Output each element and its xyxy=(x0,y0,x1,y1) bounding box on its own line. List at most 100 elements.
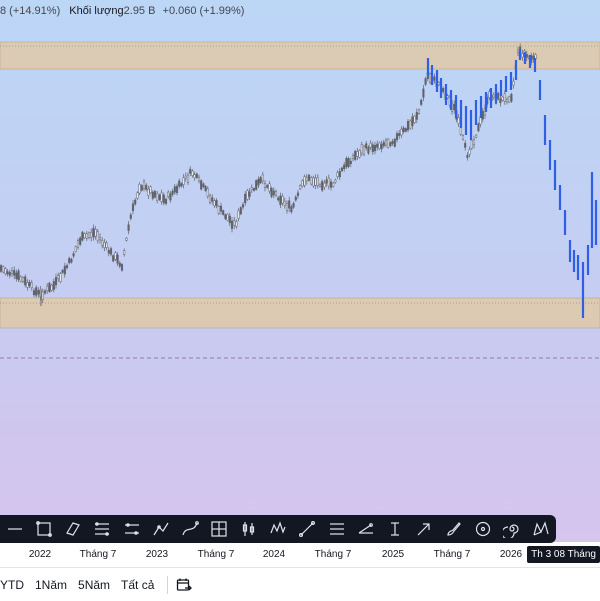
volume-change: +0.060 (+1.99%) xyxy=(162,5,245,17)
time-axis[interactable]: 2022 Tháng 7 2023 Tháng 7 2024 Tháng 7 2… xyxy=(0,543,600,567)
range-ytd-button[interactable]: YTD xyxy=(0,578,24,592)
candle-body xyxy=(37,290,40,295)
candle-body xyxy=(316,177,319,186)
candle-body xyxy=(424,78,427,85)
rectangle-tool[interactable] xyxy=(29,515,58,543)
candle-body xyxy=(360,144,363,154)
candle-body xyxy=(105,242,108,248)
path-tool[interactable] xyxy=(176,515,205,543)
circle-icon xyxy=(475,521,490,537)
candle-body xyxy=(367,146,370,154)
trend-angle-tool[interactable] xyxy=(351,515,380,543)
candle-body xyxy=(213,200,216,206)
long-position-tool[interactable] xyxy=(234,515,263,543)
candle-body xyxy=(252,188,256,191)
candle-body xyxy=(222,210,225,215)
candle-body xyxy=(329,181,333,188)
candle-body xyxy=(525,54,528,58)
arrow-tool[interactable] xyxy=(410,515,439,543)
candle-body xyxy=(244,193,247,204)
candle-body xyxy=(219,205,223,212)
candle-body xyxy=(208,195,212,203)
price-chart[interactable]: 8 (+14.91%) Khối lượng2.95 B +0.060 (+1.… xyxy=(0,0,600,542)
candle-body xyxy=(288,200,291,209)
candle-body xyxy=(30,282,33,289)
candle-body xyxy=(83,233,86,238)
time-tick: Tháng 7 xyxy=(79,549,117,560)
candle-body xyxy=(41,291,44,300)
candle-body xyxy=(114,252,117,260)
candle-body xyxy=(501,96,504,101)
rectangle-icon xyxy=(35,521,52,537)
candle-body xyxy=(422,88,425,98)
candle-body xyxy=(87,232,91,239)
candle-body xyxy=(301,180,304,187)
path-icon xyxy=(182,521,200,536)
candle-body xyxy=(175,185,179,194)
horizontal-lines-tool[interactable] xyxy=(322,515,351,543)
candle-body xyxy=(178,180,181,187)
candle-body xyxy=(215,200,218,207)
candle-body xyxy=(389,142,392,147)
range-5-year-button[interactable]: 5Năm xyxy=(78,578,110,592)
candle-body xyxy=(98,237,102,241)
fib-extension-icon xyxy=(124,523,139,535)
range-1-year-button[interactable]: 1Năm xyxy=(35,578,67,592)
candle-body xyxy=(8,272,11,276)
brush-tool[interactable] xyxy=(439,515,468,543)
candle-body xyxy=(173,186,176,193)
polyline-tool[interactable] xyxy=(146,515,175,543)
brush-icon xyxy=(447,522,461,536)
fib-retracement-tool[interactable] xyxy=(88,515,117,543)
candle-body xyxy=(510,93,513,102)
candle-body xyxy=(239,207,242,215)
candle-body xyxy=(318,184,322,187)
candle-body xyxy=(259,177,262,183)
chart-canvas[interactable] xyxy=(0,0,600,542)
candle-body xyxy=(261,174,264,182)
candle-body xyxy=(400,128,403,136)
candle-body xyxy=(327,177,330,187)
candle-body xyxy=(437,82,440,86)
candle-body xyxy=(13,270,16,276)
candle-body xyxy=(72,253,75,257)
candle-body xyxy=(393,138,396,147)
candle-body xyxy=(294,196,297,201)
candle-body xyxy=(149,186,152,194)
range-all-button[interactable]: Tất cả xyxy=(121,578,154,592)
candle-body xyxy=(129,214,132,219)
ohlc-change-value: 8 (+14.91%) xyxy=(0,5,61,17)
gann-box-tool[interactable] xyxy=(205,515,234,543)
candle-body xyxy=(0,265,3,272)
time-tick: 2022 xyxy=(28,549,52,560)
candle-body xyxy=(503,93,506,102)
elliott-wave-tool[interactable] xyxy=(263,515,292,543)
candle-body xyxy=(255,180,258,190)
circle-tool[interactable] xyxy=(468,515,497,543)
xabcd-tool[interactable] xyxy=(527,515,556,543)
candle-body xyxy=(103,242,106,248)
candle-body xyxy=(217,206,220,214)
candle-body xyxy=(21,277,25,283)
candle-body xyxy=(303,176,306,186)
candle-body xyxy=(268,183,271,192)
candle-body xyxy=(94,229,97,237)
candle-body xyxy=(345,158,348,168)
candle-body xyxy=(338,171,341,178)
time-tick: 2024 xyxy=(262,549,286,560)
parallel-channel-tool[interactable] xyxy=(59,515,88,543)
fib-extension-tool[interactable] xyxy=(117,515,146,543)
spiral-tool[interactable] xyxy=(498,515,527,543)
polyline-icon xyxy=(153,522,169,536)
calendar-range-icon[interactable] xyxy=(174,575,194,595)
text-tool[interactable] xyxy=(380,515,409,543)
line-tool[interactable] xyxy=(0,515,29,543)
candle-body xyxy=(15,272,18,279)
candle-body xyxy=(323,182,326,188)
candle-body xyxy=(272,190,275,196)
trend-line-tool[interactable] xyxy=(293,515,322,543)
candle-body xyxy=(151,191,154,199)
candle-body xyxy=(417,109,421,114)
candle-body xyxy=(142,181,146,189)
candle-body xyxy=(387,138,390,148)
